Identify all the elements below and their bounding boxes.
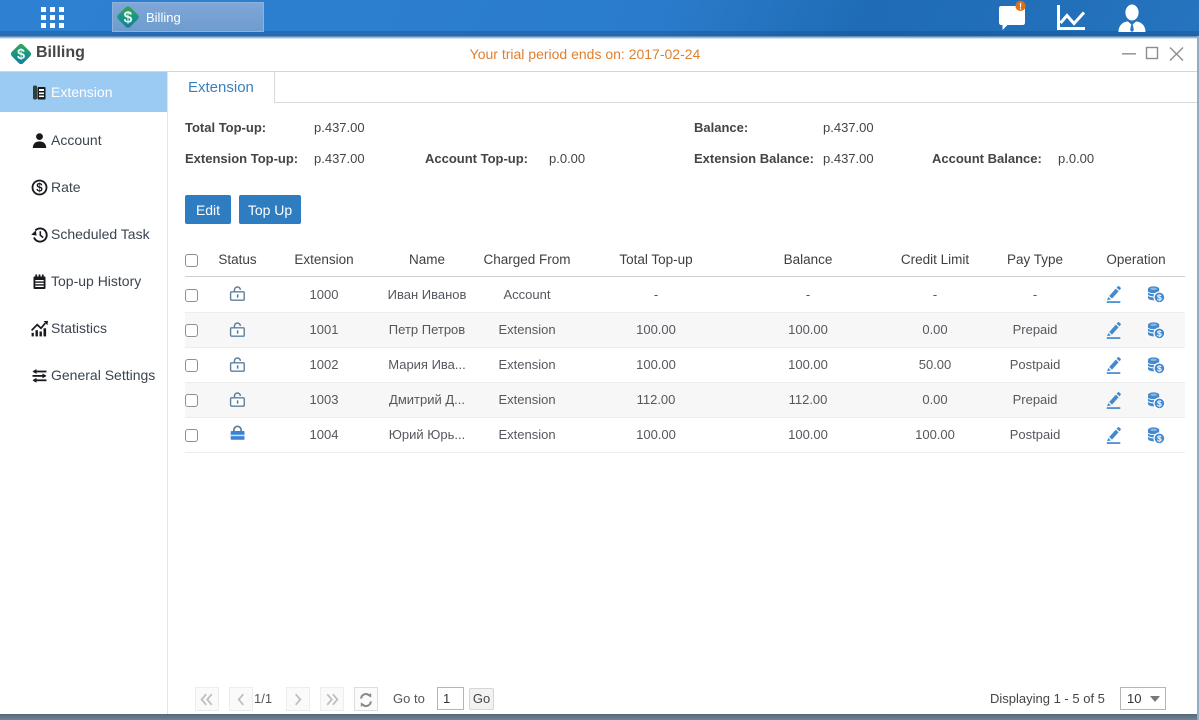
svg-text:$: $	[1157, 433, 1162, 443]
svg-text:$: $	[1157, 398, 1162, 408]
svg-text:$: $	[1157, 363, 1162, 373]
svg-text:$: $	[36, 182, 43, 194]
svg-text:!: !	[1019, 1, 1022, 11]
svg-text:$: $	[1157, 293, 1162, 303]
svg-text:$: $	[1157, 328, 1162, 338]
svg-text:$: $	[124, 10, 133, 27]
